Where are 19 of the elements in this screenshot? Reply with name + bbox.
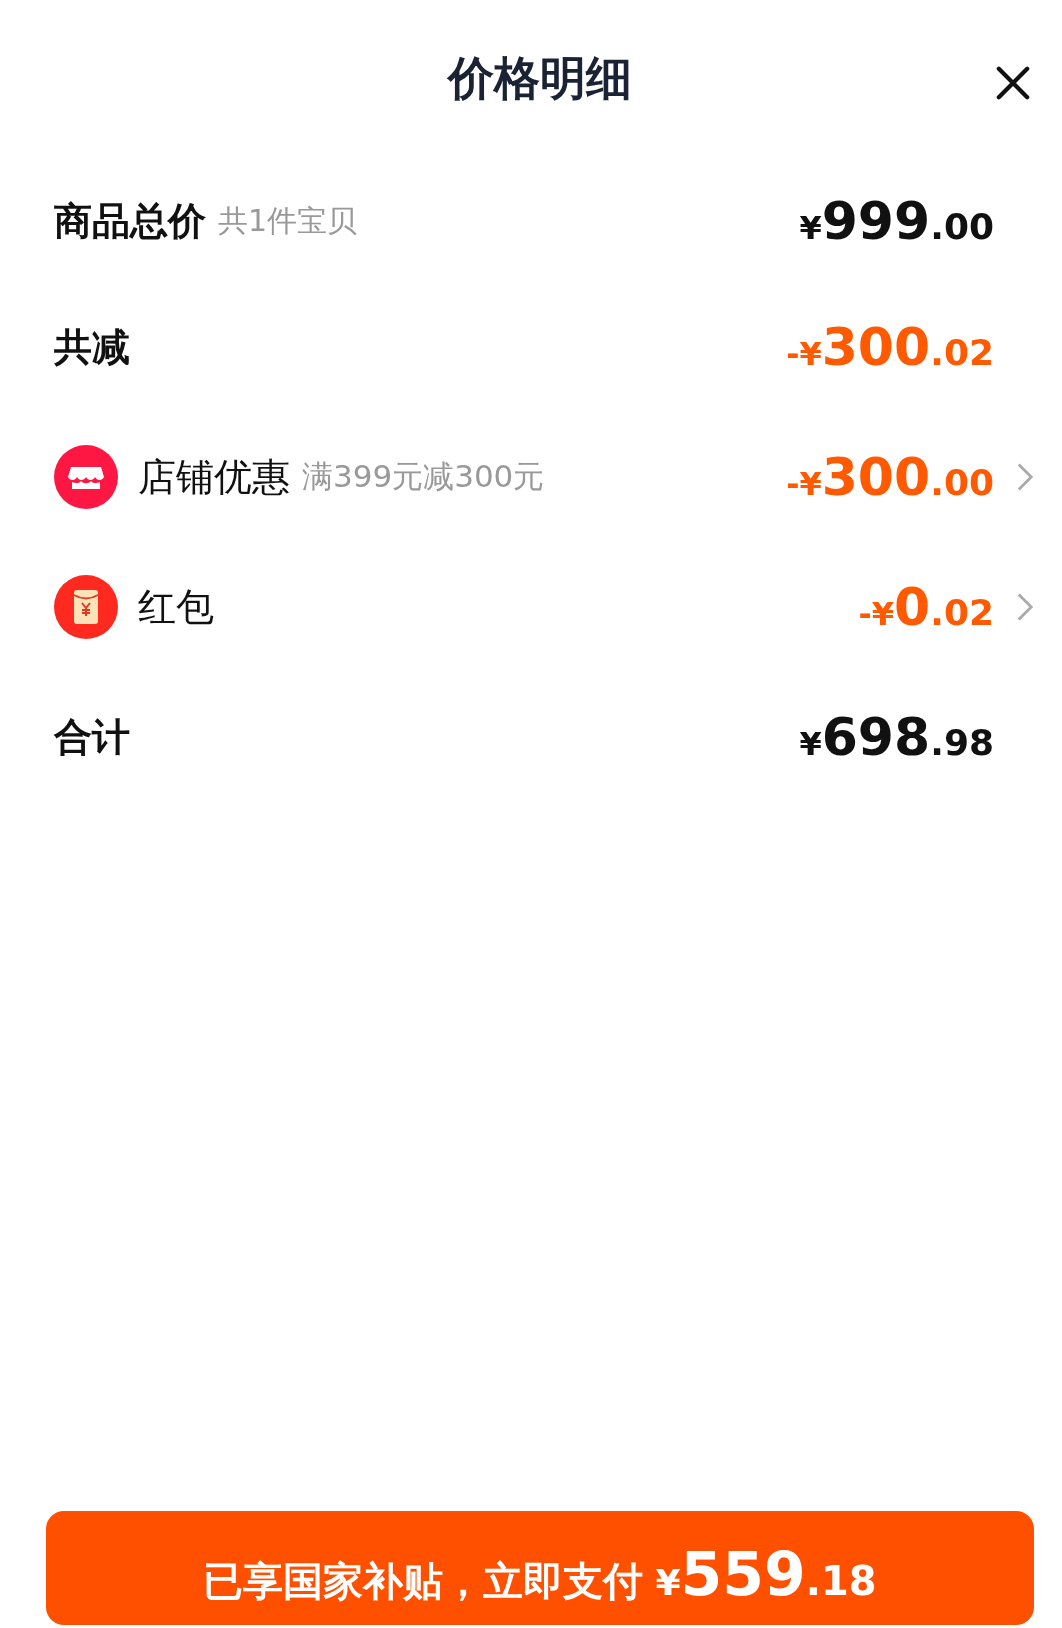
store-icon	[54, 445, 118, 509]
chevron-right-icon[interactable]	[1016, 592, 1034, 622]
chevron-right-icon[interactable]	[1016, 462, 1034, 492]
row-label: 合计	[54, 713, 130, 761]
row-label: 商品总价	[54, 197, 206, 245]
row-label: 红包	[138, 583, 214, 631]
price-amount: -¥0.02	[858, 577, 994, 637]
pay-button[interactable]: 已享国家补贴，立即支付 ¥559.18	[46, 1511, 1034, 1625]
price-amount: -¥300.00	[786, 447, 994, 507]
close-icon[interactable]	[996, 66, 1030, 100]
row-note: 满399元减300元	[302, 457, 545, 496]
row-note: 共1件宝贝	[218, 201, 358, 240]
sheet-title: 价格明细	[448, 50, 632, 107]
row-label: 共减	[54, 323, 130, 371]
row-label: 店铺优惠	[138, 453, 290, 501]
price-amount: ¥999.00	[799, 191, 994, 251]
price-amount: ¥698.98	[799, 707, 994, 767]
price-amount: -¥300.02	[786, 317, 994, 377]
envelope-icon	[54, 575, 118, 639]
